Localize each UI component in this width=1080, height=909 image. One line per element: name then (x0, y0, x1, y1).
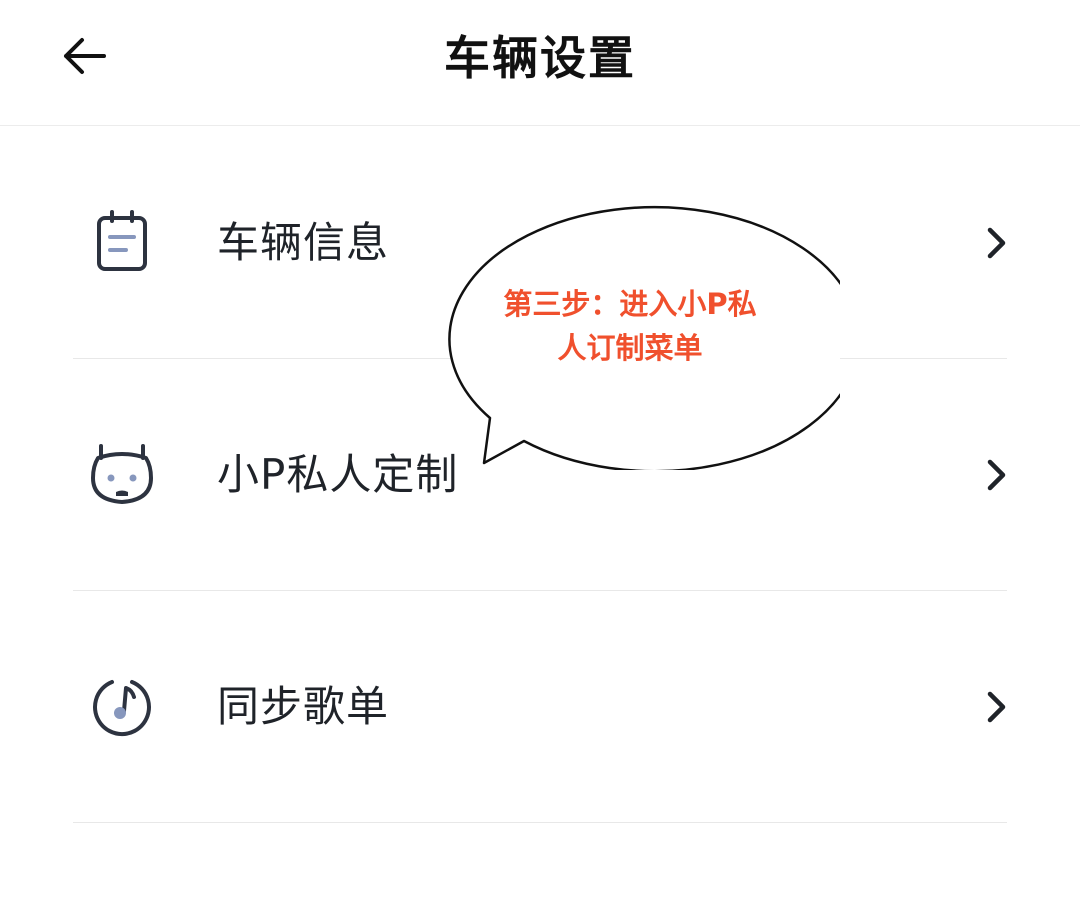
divider (73, 822, 1007, 823)
chevron-right-icon (980, 455, 1012, 495)
chevron-right-icon (980, 687, 1012, 727)
robot-face-icon (86, 439, 158, 511)
menu-item-label: 车辆信息 (217, 218, 390, 267)
header-bar: 车辆设置 (0, 0, 1080, 126)
menu-item-sync-playlist[interactable]: 同步歌单 (0, 591, 1080, 823)
page-title: 车辆设置 (444, 31, 636, 85)
menu-item-vehicle-info[interactable]: 车辆信息 (0, 127, 1080, 359)
clipboard-icon (86, 205, 158, 277)
music-note-icon (86, 671, 158, 743)
menu-item-xiaop-custom[interactable]: 小P私人定制 (0, 359, 1080, 591)
chevron-right-icon (980, 223, 1012, 263)
menu-item-label: 同步歌单 (217, 682, 390, 731)
menu-item-label: 小P私人定制 (217, 450, 459, 499)
